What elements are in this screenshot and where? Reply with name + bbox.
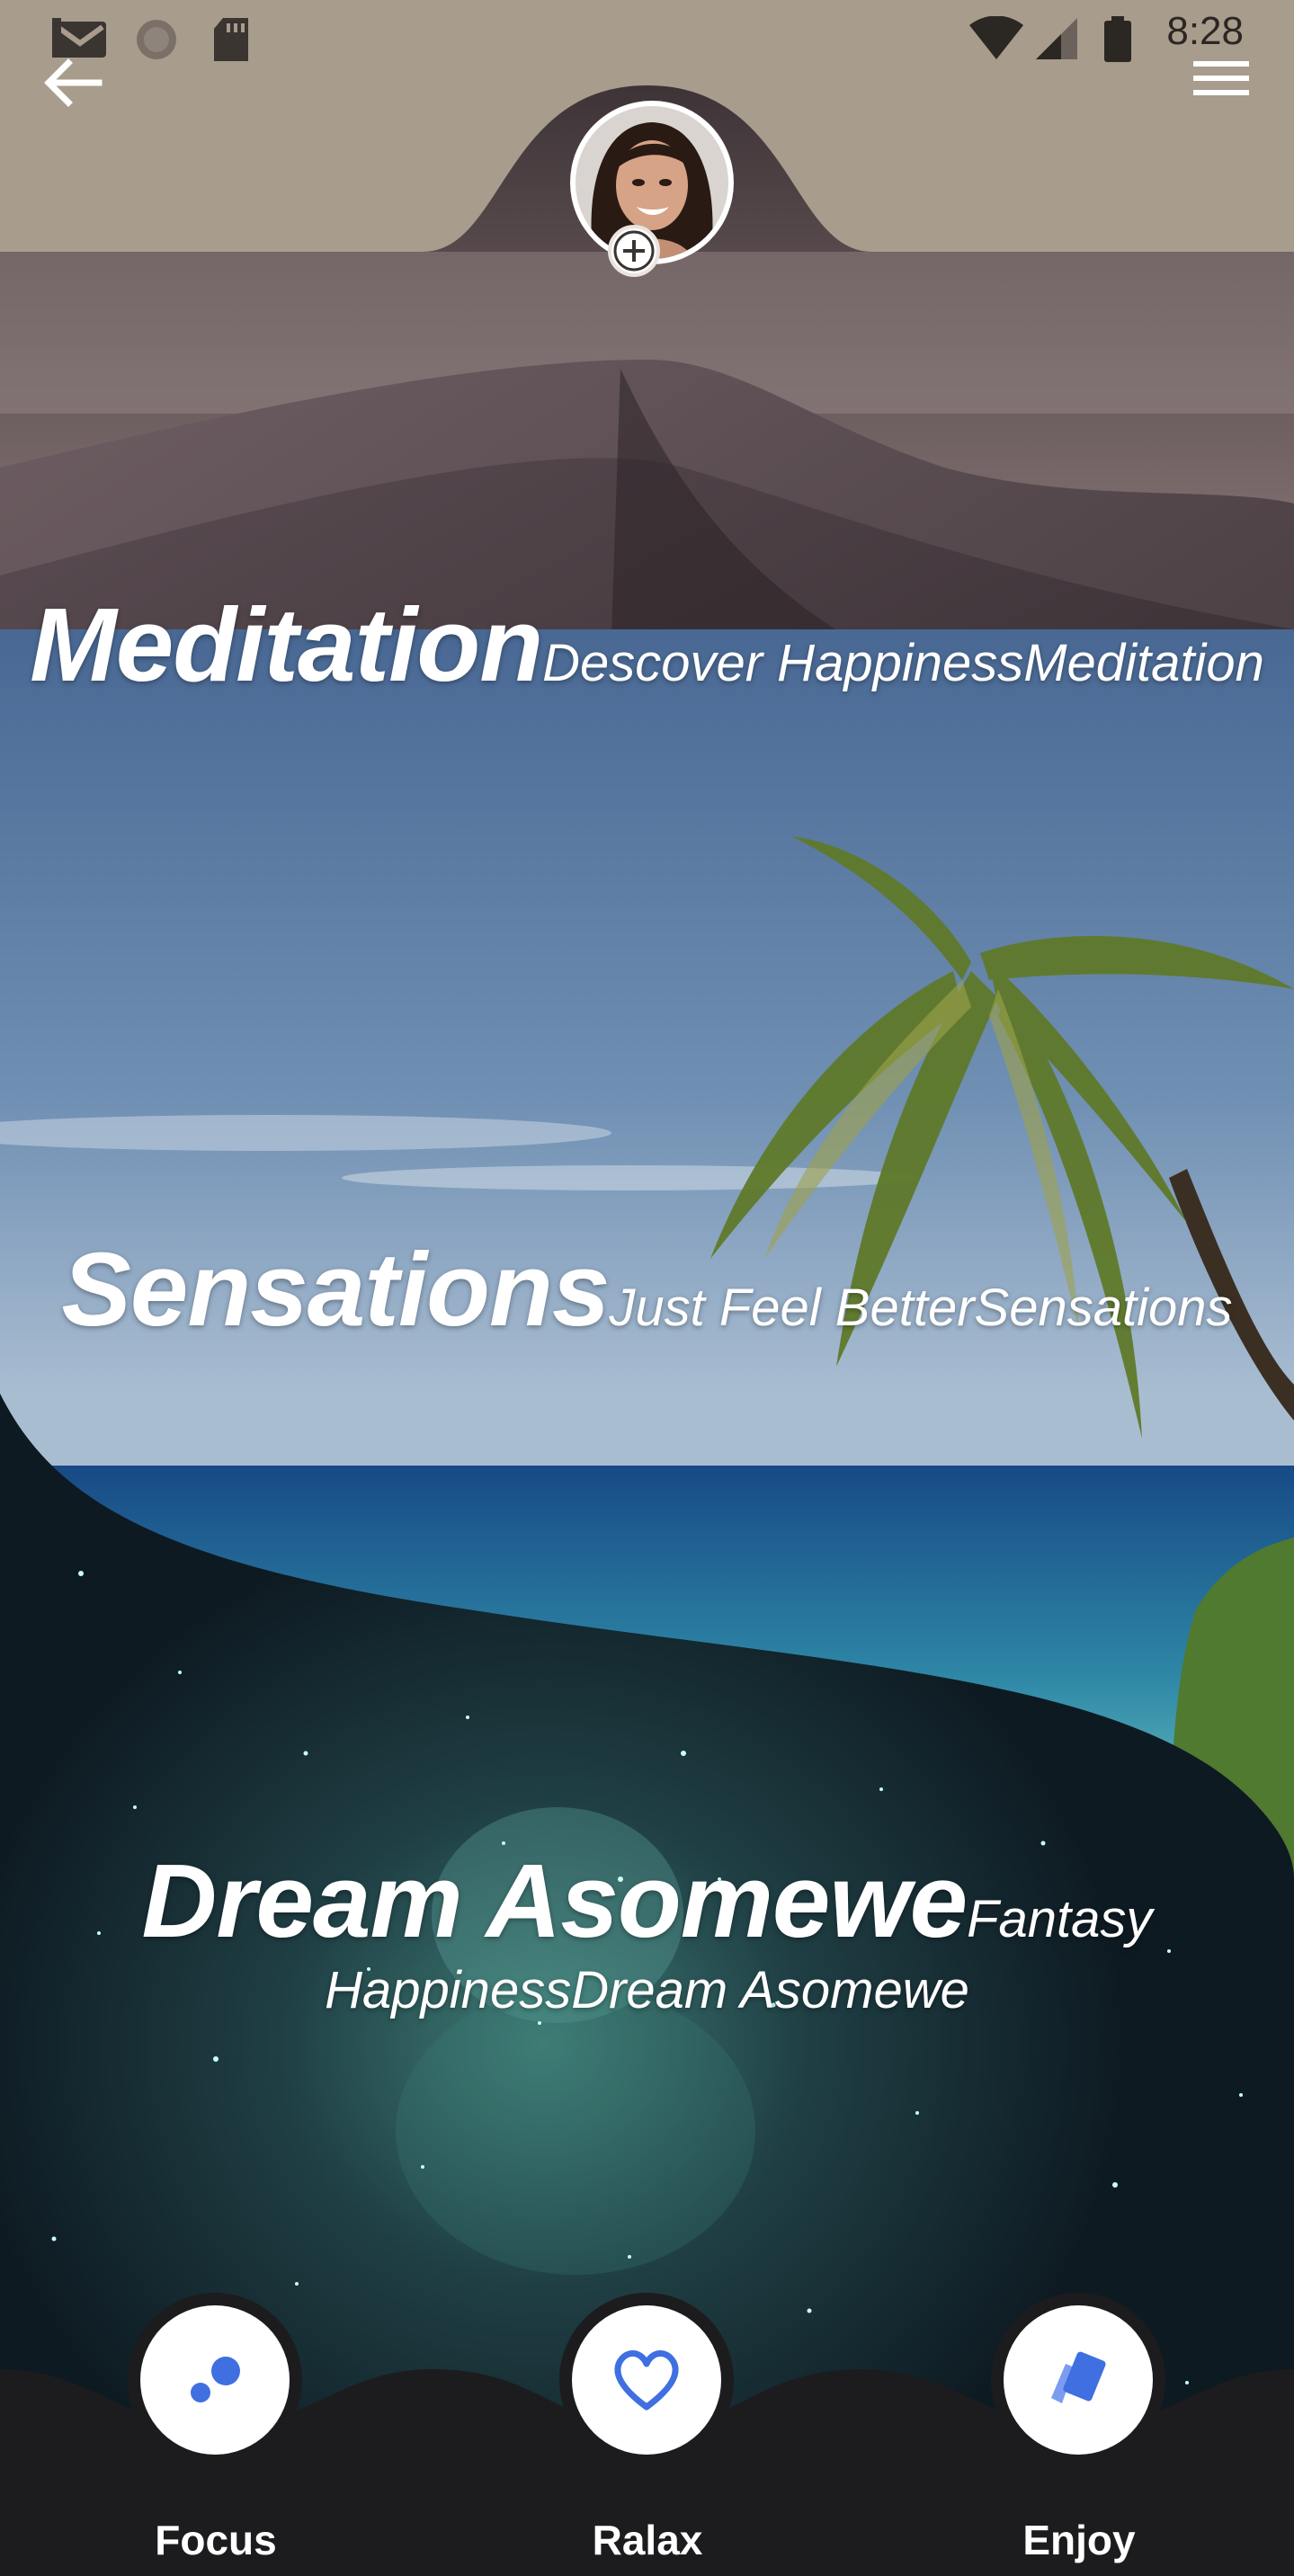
- dream-heading: Dream Asomewe: [141, 1842, 968, 1959]
- nav-ralax-circle: [572, 2305, 721, 2455]
- heart-icon: [614, 2350, 679, 2411]
- avatar-add-button[interactable]: [608, 225, 660, 277]
- sensations-heading: Sensations: [61, 1231, 611, 1348]
- sd-card-icon: [214, 18, 248, 61]
- sensations-title[interactable]: SensationsJust Feel BetterSensations: [0, 1229, 1294, 1350]
- nav-enjoy-button[interactable]: [991, 2293, 1165, 2467]
- nav-enjoy-label[interactable]: Enjoy: [962, 2516, 1196, 2564]
- nav-focus-button[interactable]: [128, 2293, 302, 2467]
- nav-focus-circle: [140, 2305, 290, 2455]
- meditation-subtitle: Descover HappinessMeditation: [542, 634, 1264, 692]
- hamburger-menu-icon: [1193, 61, 1249, 95]
- sensations-subtitle: Just Feel BetterSensations: [609, 1279, 1233, 1337]
- nav-enjoy-circle: [1004, 2305, 1153, 2455]
- sync-icon: [137, 20, 176, 59]
- nav-ralax-label[interactable]: Ralax: [531, 2516, 764, 2564]
- back-button[interactable]: [36, 45, 112, 120]
- wifi-icon: [969, 16, 1023, 59]
- status-time: 8:28: [1166, 9, 1244, 53]
- nav-ralax-button[interactable]: [559, 2293, 734, 2467]
- dream-title[interactable]: Dream AsomeweFantasy: [0, 1841, 1294, 1961]
- bottom-nav: Focus Ralax Enjoy: [0, 2293, 1294, 2576]
- battery-icon: [1104, 16, 1131, 62]
- dream-subtitle-row: HappinessDream Asomewe: [0, 1960, 1294, 2020]
- signal-icon: [1036, 18, 1077, 59]
- nav-focus-label[interactable]: Focus: [99, 2516, 333, 2564]
- cards-icon: [1051, 2351, 1106, 2403]
- menu-button[interactable]: [1182, 49, 1258, 124]
- plus-icon: [613, 230, 655, 272]
- bubbles-icon: [191, 2357, 240, 2402]
- meditation-title[interactable]: MeditationDescover HappinessMeditation: [0, 584, 1294, 705]
- app-root: MeditationDescover HappinessMeditation S…: [0, 0, 1294, 2576]
- arrow-left-icon: [44, 58, 103, 107]
- dream-subtitle-line2: HappinessDream Asomewe: [325, 1961, 969, 2019]
- meditation-heading: Meditation: [30, 586, 543, 703]
- dream-subtitle-line1: Fantasy: [967, 1890, 1153, 1948]
- status-bar: 8:28: [0, 0, 1294, 72]
